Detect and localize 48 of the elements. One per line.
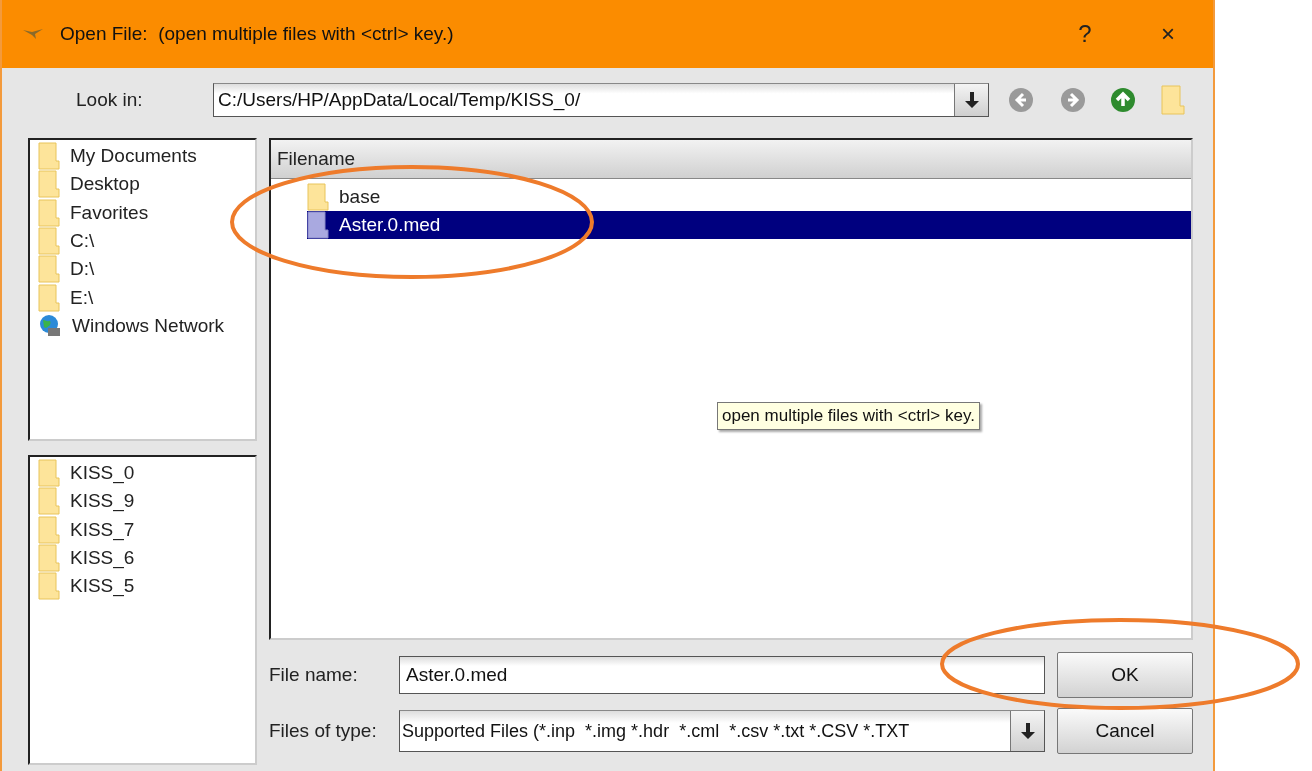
ok-button[interactable]: OK: [1057, 652, 1193, 698]
places-item[interactable]: E:\: [38, 283, 255, 312]
folder-icon: [38, 255, 60, 284]
look-in-dropdown[interactable]: C:/Users/HP/AppData/Local/Temp/KISS_0/: [213, 83, 989, 117]
recent-folder-item[interactable]: KISS_9: [38, 487, 255, 516]
recent-folder-item[interactable]: KISS_5: [38, 572, 255, 601]
file-icon: [307, 211, 329, 239]
app-icon: [22, 28, 44, 40]
file-row[interactable]: Aster.0.med: [307, 211, 1191, 239]
places-item[interactable]: Desktop: [38, 170, 255, 199]
folder-icon: [307, 183, 329, 211]
places-item[interactable]: Windows Network: [38, 311, 255, 341]
forward-icon[interactable]: [1059, 86, 1087, 114]
window-title: Open File: (open multiple files with <ctrl> key.): [60, 23, 455, 45]
folder-icon: [38, 198, 60, 227]
folder-icon: [38, 283, 60, 312]
dropdown-arrow-button[interactable]: [954, 84, 988, 116]
folder-icon: [38, 170, 60, 199]
places-item[interactable]: My Documents: [38, 142, 255, 171]
down-arrow-icon: [963, 91, 980, 109]
folder-icon: [38, 459, 60, 488]
column-header[interactable]: Filename: [271, 140, 1191, 179]
tooltip: open multiple files with <ctrl> key.: [717, 402, 980, 430]
folder-icon: [38, 142, 60, 171]
recent-folder-item[interactable]: KISS_6: [38, 543, 255, 573]
look-in-label: Look in:: [76, 89, 144, 111]
dropdown-arrow-button[interactable]: [1010, 711, 1044, 751]
folder-icon: [38, 544, 60, 573]
down-arrow-icon: [1019, 722, 1036, 740]
places-item[interactable]: Favorites: [38, 198, 255, 227]
recent-folder-item[interactable]: KISS_7: [38, 515, 255, 544]
folder-icon: [38, 515, 60, 544]
places-item[interactable]: C:\: [38, 226, 255, 256]
file-name-label: File name:: [269, 664, 359, 686]
file-row[interactable]: base: [307, 183, 1191, 211]
back-icon[interactable]: [1007, 86, 1035, 114]
close-button[interactable]: ×: [1123, 0, 1213, 68]
cancel-button[interactable]: Cancel: [1057, 708, 1193, 754]
recent-folder-item[interactable]: KISS_0: [38, 459, 255, 488]
network-globe-icon: [38, 313, 62, 338]
folder-icon: [38, 572, 60, 601]
file-type-label: Files of type:: [269, 720, 378, 742]
file-name-field[interactable]: Aster.0.med: [399, 656, 1045, 694]
file-type-dropdown[interactable]: Supported Files (*.inp *.img *.hdr *.cml *.csv *.txt *.CSV *.TXT: [399, 710, 1045, 752]
folder-icon: [38, 487, 60, 516]
help-button[interactable]: ?: [1047, 0, 1123, 68]
places-item[interactable]: D:\: [38, 255, 255, 284]
folder-icon: [38, 227, 60, 256]
